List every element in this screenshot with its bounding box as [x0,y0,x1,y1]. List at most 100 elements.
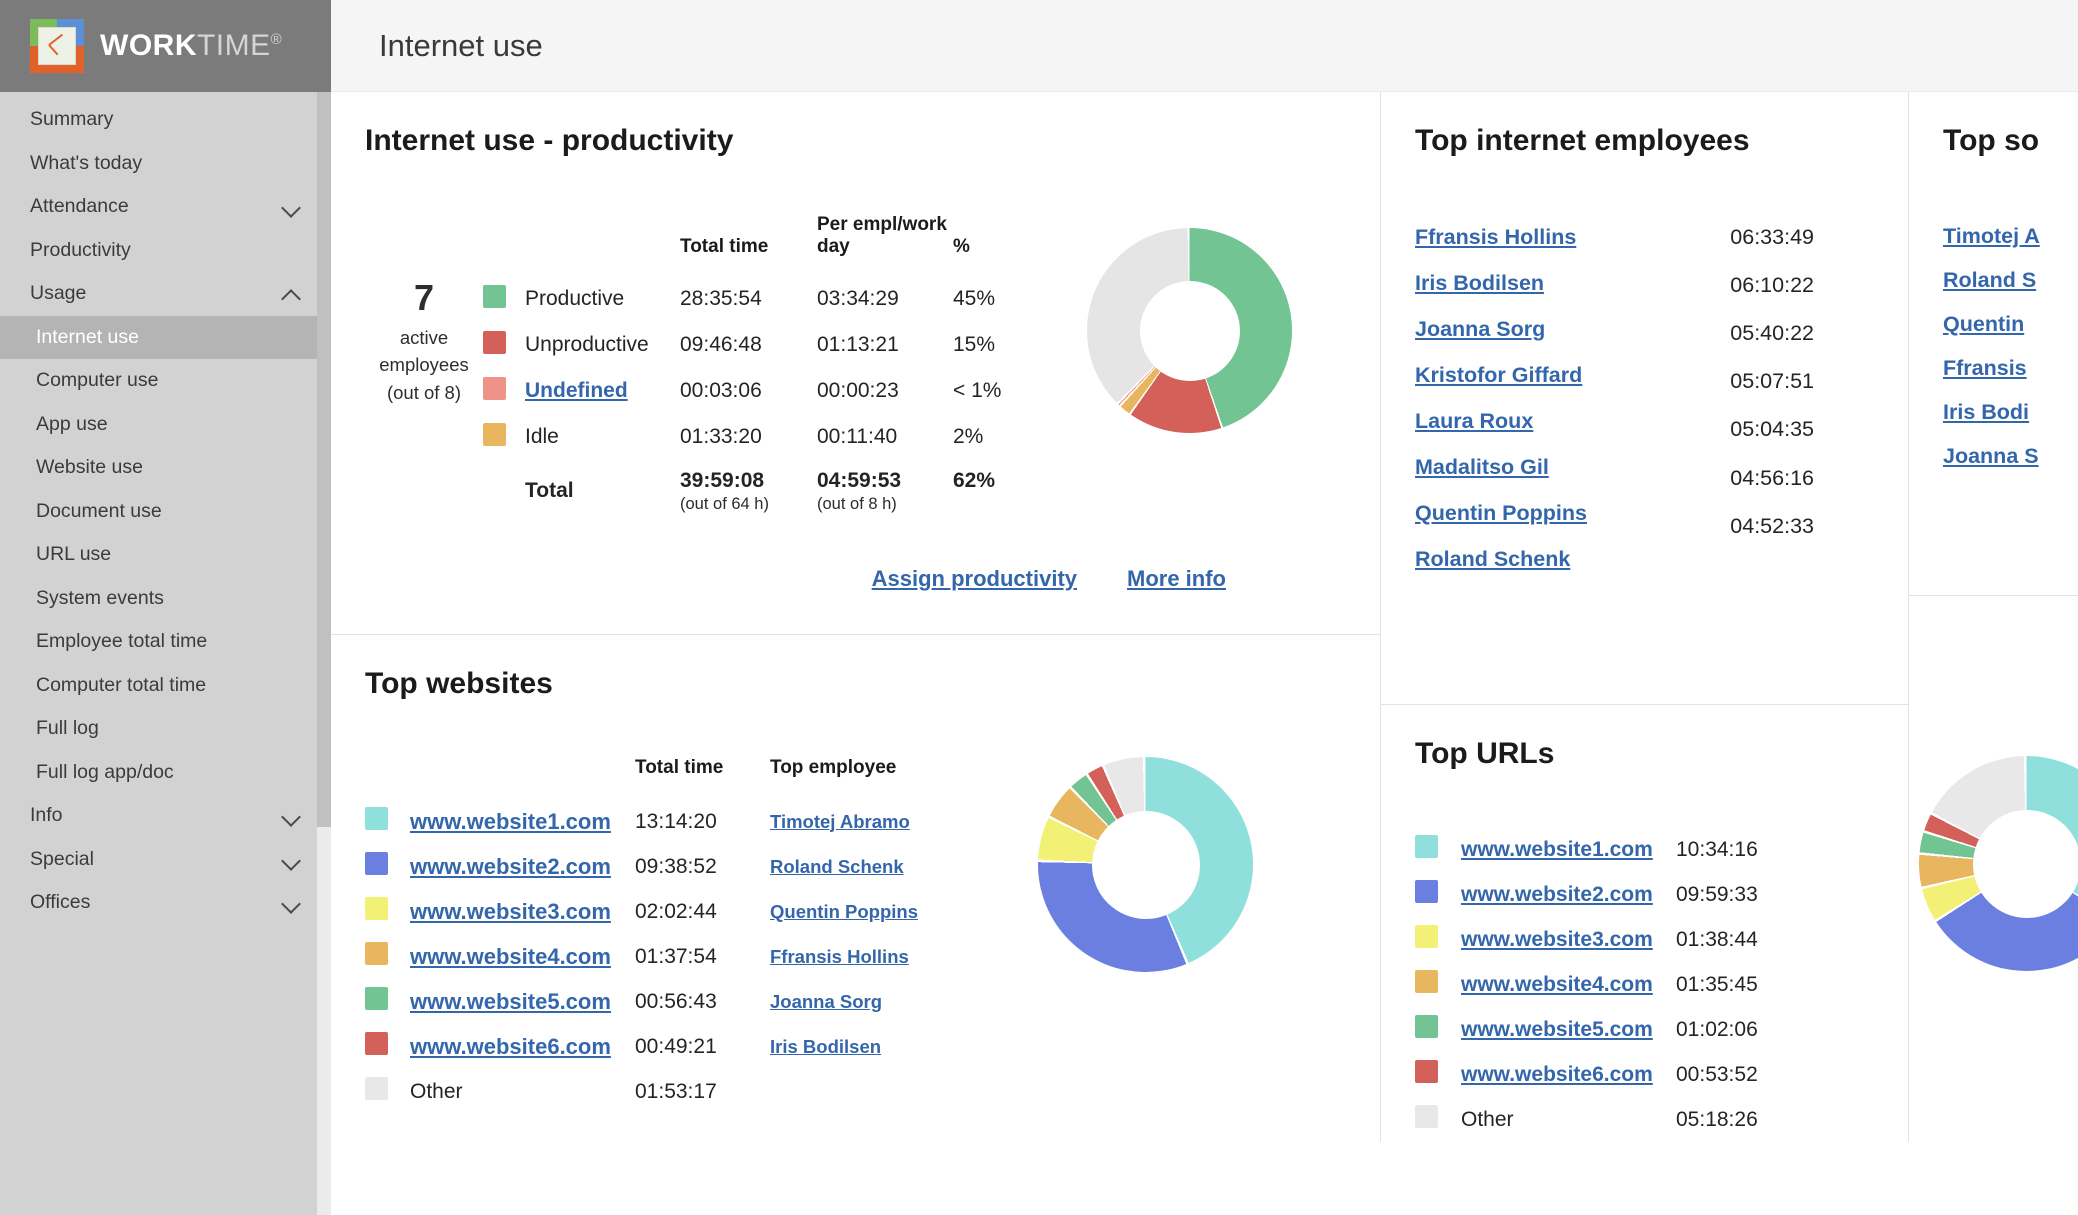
col-total-time: Total time [680,236,769,257]
website-top-employee[interactable]: Iris Bodilsen [770,1036,881,1057]
assign-productivity-link[interactable]: Assign productivity [872,566,1077,592]
sidebar-scrollbar[interactable] [317,92,331,1215]
website-name[interactable]: www.website5.com [410,989,611,1014]
sidebar-item-label: Document use [36,499,162,522]
left-column: Internet use - productivity 7 active emp… [331,92,1381,1142]
sidebar-item-productivity[interactable]: Productivity [0,229,331,273]
url-name[interactable]: www.website4.com [1461,973,1653,996]
employee-name[interactable]: Quentin Poppins [1415,501,1587,526]
employee-time: 04:56:16 [1730,465,1814,490]
sidebar-scrollbar-thumb[interactable] [317,92,331,827]
sidebar-item-full-log[interactable]: Full log [0,707,331,751]
website-name[interactable]: www.website3.com [410,899,611,924]
url-name[interactable]: www.website1.com [1461,838,1653,861]
chevron-down-icon[interactable] [282,893,301,912]
sidebar-item-computer-use[interactable]: Computer use [0,359,331,403]
active-employees-block: 7 active employees (out of 8) [365,214,483,407]
sidebar-item-url-use[interactable]: URL use [0,533,331,577]
website-total-time: 13:14:20 [635,809,717,833]
sidebar-item-summary[interactable]: Summary [0,98,331,142]
sidebar-item-label: System events [36,586,164,609]
brand-word-1: WORK [100,29,197,62]
website-total-time: 09:38:52 [635,854,717,878]
legend-swatch-icon [1415,880,1438,903]
social-employee-name[interactable]: Timotej A [1943,224,2040,249]
employee-name[interactable]: Joanna Sorg [1415,317,1545,342]
more-info-link[interactable]: More info [1127,566,1226,592]
sidebar-item-app-use[interactable]: App use [0,403,331,447]
employee-name[interactable]: Madalitso Gil [1415,455,1549,480]
productivity-pct: < 1% [953,379,1002,402]
url-total-time: 10:34:16 [1676,837,1758,861]
employee-name[interactable]: Laura Roux [1415,409,1533,434]
website-top-employee[interactable]: Quentin Poppins [770,901,918,922]
website-name[interactable]: www.website2.com [410,854,611,879]
page-title: Internet use [379,27,543,63]
list-item: Quentin [1943,302,2078,346]
sidebar-item-info[interactable]: Info [0,794,331,838]
sidebar-item-website-use[interactable]: Website use [0,446,331,490]
url-total-time: 00:53:52 [1676,1062,1758,1086]
url-name[interactable]: www.website6.com [1461,1063,1653,1086]
url-name[interactable]: www.website5.com [1461,1018,1653,1041]
top-social-title: Top so [1943,124,2040,157]
website-name[interactable]: www.website1.com [410,809,611,834]
active-employees-label-3: (out of 8) [386,382,462,404]
chevron-up-icon[interactable] [282,284,301,303]
productivity-label: Idle [525,425,559,448]
table-row: Idle 01:33:20 00:11:40 2% [483,414,1033,460]
url-total-time: 01:38:44 [1676,927,1758,951]
list-item: Timotej A [1943,214,2078,258]
social-employee-name[interactable]: Quentin [1943,312,2024,337]
top-employees-card: Top internet employees Ffransis Hollins 0… [1381,92,1908,705]
sidebar-item-usage[interactable]: Usage [0,272,331,316]
col-percent: % [953,236,970,257]
table-row: www.website4.com 01:37:54 Ffransis Hollins [365,934,945,979]
url-name[interactable]: www.website2.com [1461,883,1653,906]
chevron-down-icon[interactable] [282,806,301,825]
url-name[interactable]: www.website3.com [1461,928,1653,951]
productivity-label: Unproductive [525,333,649,356]
legend-swatch-icon [365,1077,388,1100]
top-urls-donut-chart [1919,756,2078,971]
employee-name[interactable]: Roland Schenk [1415,547,1570,572]
url-total-time: 01:02:06 [1676,1017,1758,1041]
sidebar-item-internet-use[interactable]: Internet use [0,315,331,359]
list-item: Kristofor Giffard 05:07:51 [1415,352,1874,398]
sidebar-item-document-use[interactable]: Document use [0,490,331,534]
website-top-employee[interactable]: Ffransis Hollins [770,946,909,967]
social-employee-name[interactable]: Iris Bodi [1943,400,2029,425]
sidebar-item-offices[interactable]: Offices [0,881,331,925]
legend-swatch-icon [1415,925,1438,948]
website-name[interactable]: www.website4.com [410,944,611,969]
list-item: Joanna Sorg 05:40:22 [1415,306,1874,352]
chevron-down-icon[interactable] [282,850,301,869]
social-employee-name[interactable]: Joanna S [1943,444,2039,469]
sidebar-item-label: Computer total time [36,673,207,696]
table-row: www.website1.com 10:34:16 [1415,827,1816,872]
productivity-label[interactable]: Undefined [525,379,628,402]
website-top-employee[interactable]: Joanna Sorg [770,991,882,1012]
employee-name[interactable]: Ffransis Hollins [1415,225,1576,250]
sidebar-item-attendance[interactable]: Attendance [0,185,331,229]
sidebar-item-label: Offices [30,891,91,914]
sidebar-item-special[interactable]: Special [0,838,331,882]
sidebar-item-what-s-today[interactable]: What's today [0,142,331,186]
social-employee-name[interactable]: Roland S [1943,268,2036,293]
chevron-down-icon[interactable] [282,197,301,216]
website-top-employee[interactable]: Roland Schenk [770,856,904,877]
social-employee-name[interactable]: Ffransis [1943,356,2027,381]
sidebar-item-full-log-app-doc[interactable]: Full log app/doc [0,751,331,795]
website-name[interactable]: www.website6.com [410,1034,611,1059]
website-top-employee[interactable]: Timotej Abramo [770,811,910,832]
sidebar-item-computer-total-time[interactable]: Computer total time [0,664,331,708]
brand-word-2: TIME [196,29,271,62]
employee-name[interactable]: Iris Bodilsen [1415,271,1544,296]
sidebar-item-label: Usage [30,282,87,305]
list-item: Ffransis [1943,346,2078,390]
productivity-total: 01:33:20 [680,425,762,448]
table-row: www.website3.com 02:02:44 Quentin Poppins [365,889,945,934]
sidebar-item-system-events[interactable]: System events [0,577,331,621]
employee-name[interactable]: Kristofor Giffard [1415,363,1582,388]
sidebar-item-employee-total-time[interactable]: Employee total time [0,620,331,664]
